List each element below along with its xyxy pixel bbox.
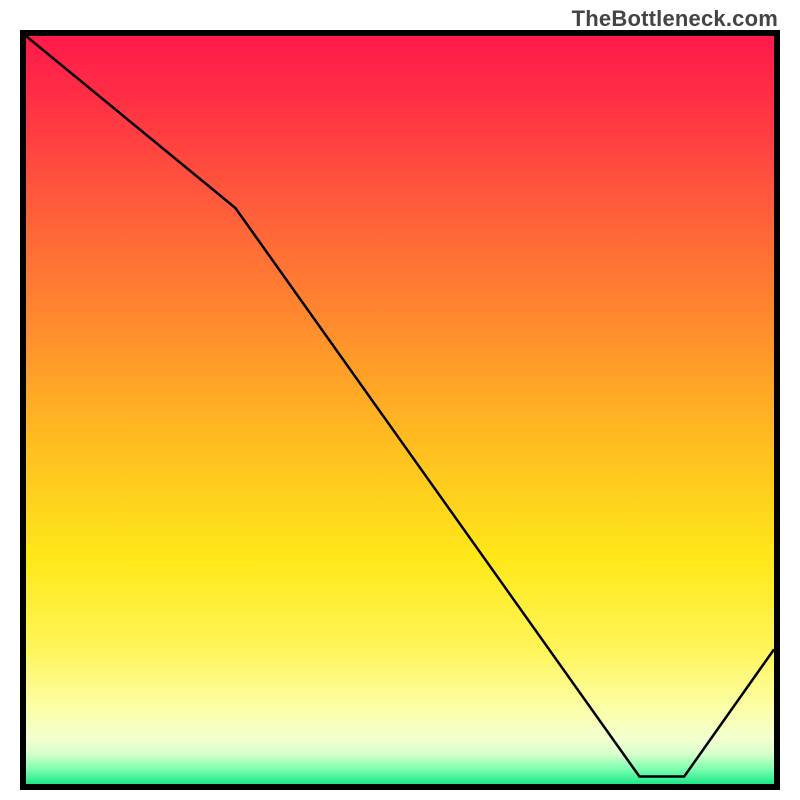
chart-plot-area (20, 30, 780, 790)
gradient-background (26, 36, 774, 784)
chart-svg (26, 36, 774, 784)
watermark-text: TheBottleneck.com (572, 6, 778, 32)
